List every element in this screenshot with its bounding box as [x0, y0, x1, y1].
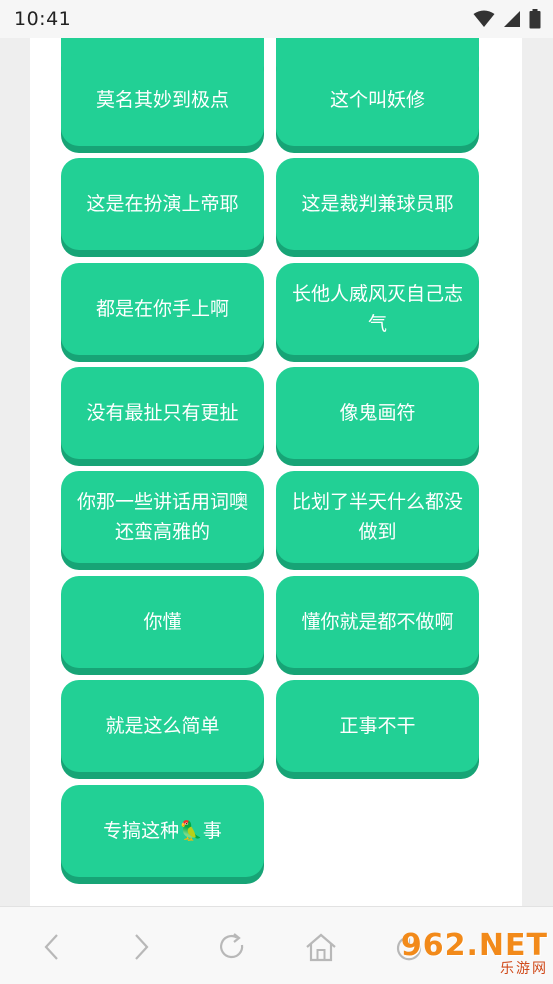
battery-icon [529, 9, 541, 29]
home-icon [306, 933, 336, 962]
phrase-label: 长他人威风灭自己志气 [291, 283, 463, 335]
back-button[interactable] [30, 925, 74, 969]
refresh-icon [220, 933, 244, 959]
wifi-icon [473, 10, 495, 27]
phrase-button[interactable]: 莫名其妙到极点 [61, 54, 264, 146]
phrase-label: 莫名其妙到极点 [95, 89, 229, 111]
phrase-label: 这是在扮演上帝耶 [86, 193, 239, 215]
phrase-label: 比划了半天什么都没做到 [291, 491, 463, 543]
phrase-button[interactable]: 长他人威风灭自己志气 [276, 263, 479, 355]
phrase-label: 像鬼画符 [339, 402, 416, 424]
forward-arrow-icon [135, 934, 149, 960]
phrase-label: 就是这么简单 [105, 715, 220, 737]
status-time: 10:41 [14, 8, 72, 30]
forward-button[interactable] [119, 925, 163, 969]
phrase-button[interactable]: 正事不干 [276, 680, 479, 772]
watermark-logo: 962.NET 乐游网 [401, 928, 548, 980]
phrase-label: 正事不干 [339, 715, 416, 737]
phrase-button[interactable]: 这个叫妖修 [276, 54, 479, 146]
watermark-bottom: 乐游网 [500, 961, 548, 977]
phrase-button[interactable]: 这是裁判兼球员耶 [276, 158, 479, 250]
phrase-button[interactable]: 没有最扯只有更扯 [61, 367, 264, 459]
phrase-label: 这个叫妖修 [329, 89, 425, 111]
phrase-button[interactable]: 你那一些讲话用词噢还蛮高雅的 [61, 471, 264, 563]
phrase-button[interactable]: 就是这么简单 [61, 680, 264, 772]
phrase-button[interactable]: 比划了半天什么都没做到 [276, 471, 479, 563]
refresh-button[interactable] [210, 925, 254, 969]
watermark-top: 962.NET [400, 928, 548, 963]
phrase-label: 你那一些讲话用词噢还蛮高雅的 [76, 491, 248, 543]
phrase-label: 这是裁判兼球员耶 [301, 193, 454, 215]
home-button[interactable] [299, 925, 343, 969]
signal-icon [504, 11, 520, 27]
phrase-button[interactable]: 懂你就是都不做啊 [276, 576, 479, 668]
phrase-button[interactable]: 这是在扮演上帝耶 [61, 158, 264, 250]
phrase-list: 莫名其妙到极点 这个叫妖修 这是在扮演上帝耶 这是裁判兼球员耶 都是在你手上啊 … [30, 38, 522, 906]
back-arrow-icon [44, 934, 58, 960]
phrase-label: 都是在你手上啊 [95, 298, 229, 320]
phrase-label: 没有最扯只有更扯 [86, 402, 239, 424]
phrase-label: 你懂 [143, 611, 182, 633]
phrase-button[interactable]: 都是在你手上啊 [61, 263, 264, 355]
phrase-button[interactable]: 像鬼画符 [276, 367, 479, 459]
phrase-button[interactable]: 你懂 [61, 576, 264, 668]
phrase-button[interactable]: 专搞这种🦜事 [61, 785, 264, 877]
phrase-label: 专搞这种🦜事 [103, 820, 222, 842]
phrase-label: 懂你就是都不做啊 [301, 611, 454, 633]
status-bar: 10:41 [0, 0, 553, 38]
status-icons [473, 9, 541, 29]
